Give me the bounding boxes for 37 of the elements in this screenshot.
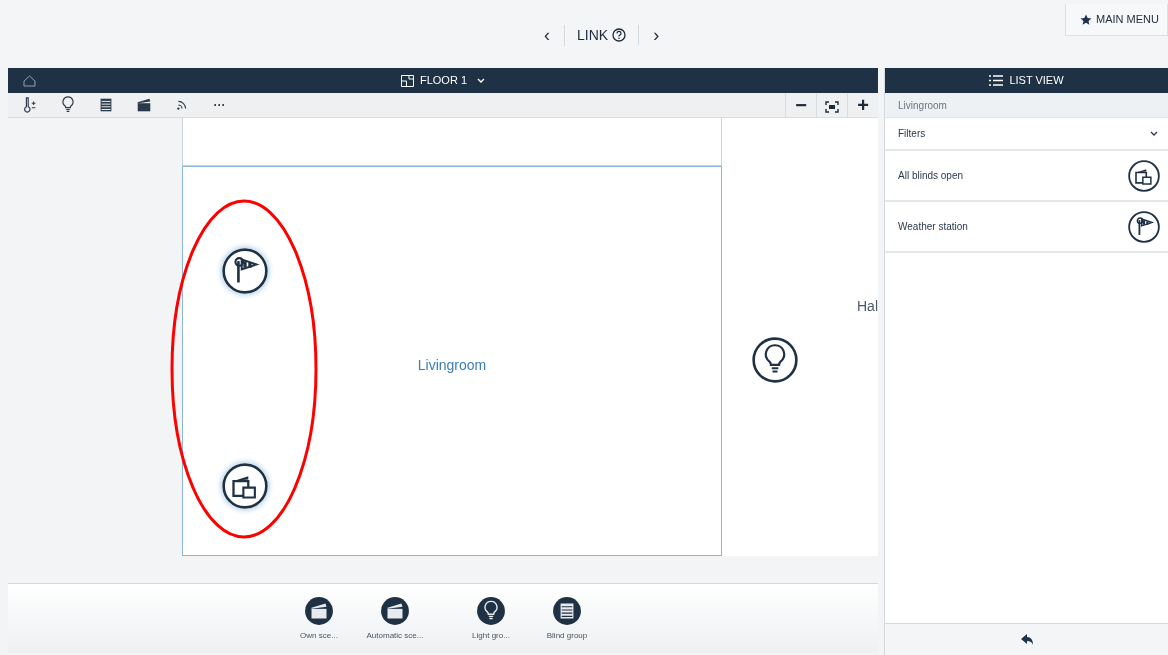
room-label: Livingroom: [416, 356, 488, 375]
next-button[interactable]: ›: [639, 24, 674, 46]
clapperboard-icon: [304, 596, 334, 626]
group-button[interactable]: Blind group: [534, 596, 600, 653]
lightbulb-icon: [476, 596, 506, 626]
home-icon[interactable]: [23, 74, 36, 87]
windsock-icon: [1128, 210, 1160, 243]
window-scene-icon: [222, 463, 268, 509]
floorplan-icon: [400, 74, 414, 87]
chevron-icon: [1150, 131, 1158, 136]
windsock-icon: [222, 248, 268, 294]
device-button[interactable]: [222, 248, 268, 294]
device-button[interactable]: [752, 337, 798, 383]
zoom-in-button[interactable]: +: [847, 92, 878, 118]
more-button[interactable]: ···: [204, 92, 235, 118]
zoom-out-button[interactable]: −: [785, 92, 816, 118]
floor-selector[interactable]: FLOOR 1: [400, 72, 486, 89]
group-button[interactable]: Automatic sce...: [362, 596, 428, 653]
blind-icon: [552, 596, 582, 626]
caret-icon: [477, 78, 486, 83]
group-button[interactable]: Own sce...: [286, 596, 352, 653]
help-icon[interactable]: [612, 28, 627, 42]
main-menu-button[interactable]: MAIN MENU: [1065, 4, 1168, 36]
window-scene-icon: [1128, 159, 1160, 192]
clapperboard-icon: [380, 596, 410, 626]
panel-title: LIST VIEW: [1009, 73, 1064, 89]
room-label: Hal: [857, 297, 878, 316]
breadcrumb: Livingroom: [885, 93, 1168, 118]
back-icon[interactable]: [1019, 633, 1034, 646]
list-icon: [989, 75, 1004, 86]
star-icon: [1080, 13, 1093, 26]
previous-button[interactable]: ‹: [530, 24, 564, 46]
fit-screen-icon: [825, 100, 839, 113]
page-title: LINK: [564, 24, 613, 46]
device-button[interactable]: [222, 463, 268, 509]
lightbulb-icon: [752, 337, 798, 383]
group-button[interactable]: Light gro...: [458, 596, 524, 653]
